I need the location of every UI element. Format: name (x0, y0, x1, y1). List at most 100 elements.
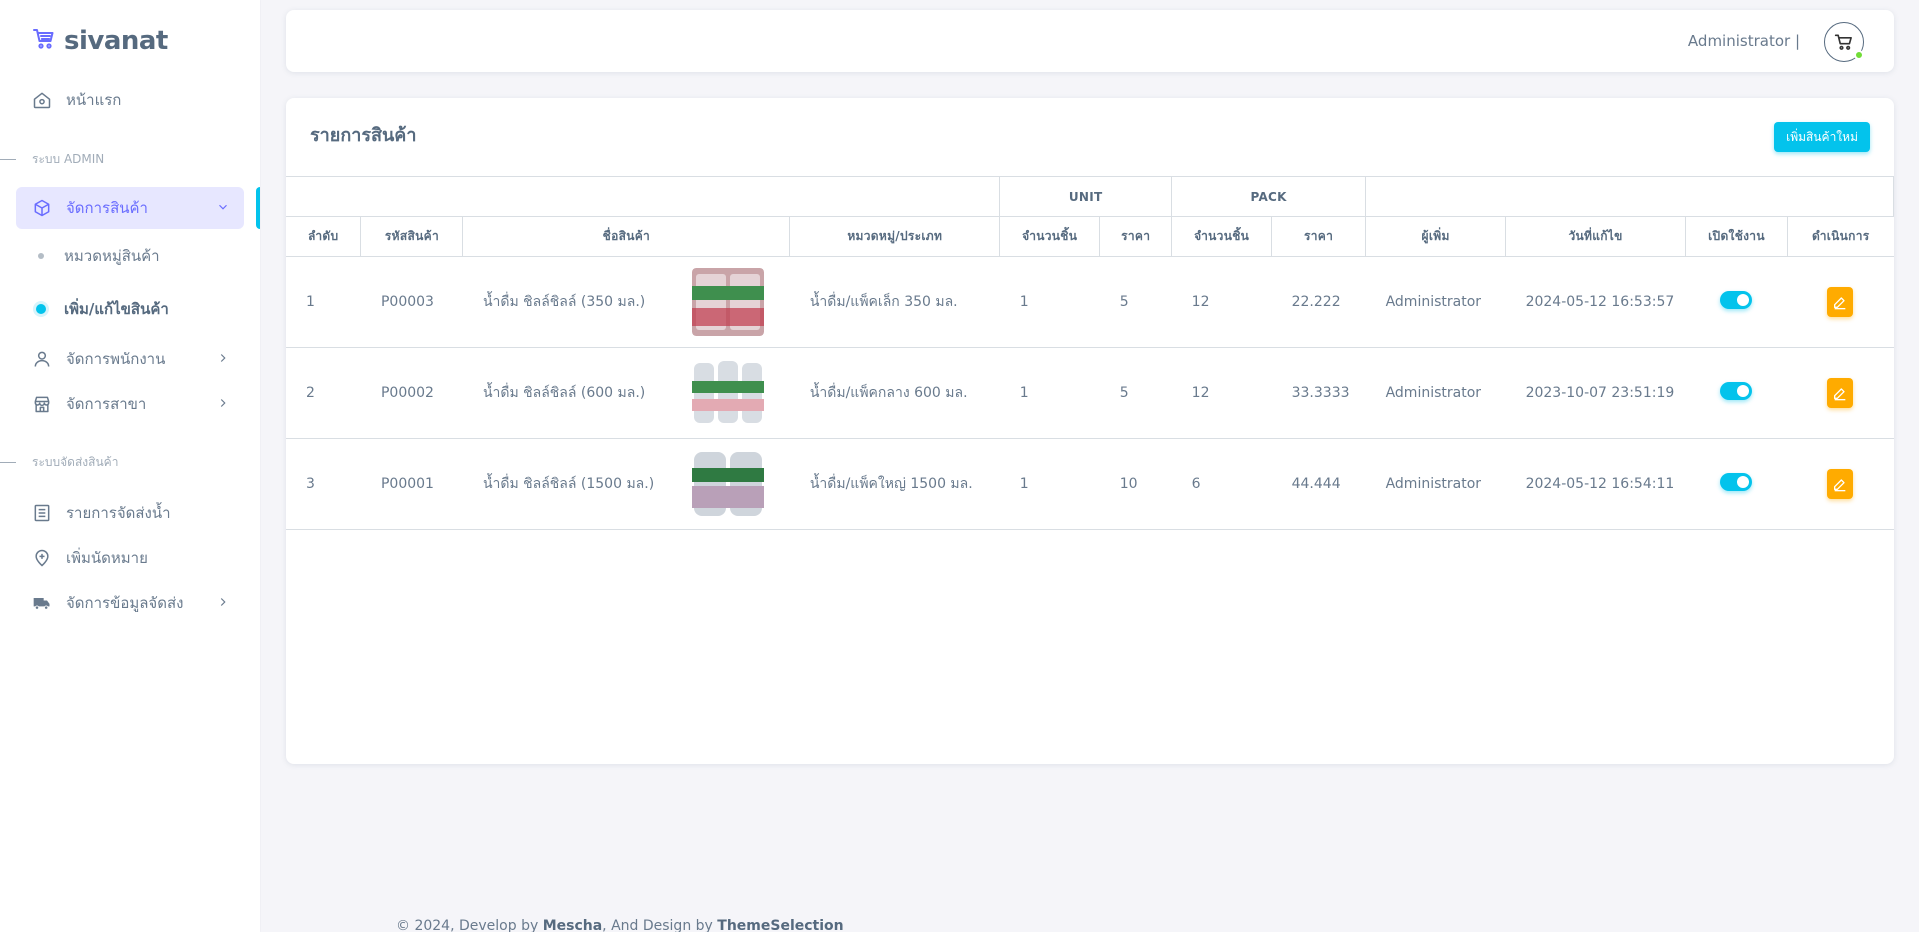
online-status-dot (1854, 50, 1864, 60)
cell-added-by: Administrator (1365, 438, 1506, 530)
chevron-down-icon (219, 204, 227, 210)
cell-no: 3 (286, 438, 361, 530)
cell-unit-qty: 1 (999, 438, 1100, 530)
user-icon (32, 349, 52, 369)
product-image (691, 268, 764, 336)
group-empty (1365, 176, 1894, 217)
col-code: รหัสสินค้า (360, 216, 464, 257)
sidebar-item-employees[interactable]: จัดการพนักงาน (16, 338, 244, 380)
home-icon (32, 90, 52, 110)
sidebar-item-label: จัดการสาขา (66, 395, 147, 413)
col-no: ลำดับ (286, 216, 362, 257)
product-list-card: รายการสินค้า เพิ่มสินค้าใหม่ UNIT PACK ล… (286, 98, 1894, 764)
edit-icon (1834, 479, 1846, 492)
menu-header-delivery: ระบบจัดส่งสินค้า (0, 452, 260, 472)
table-row: 3 P00001 น้ำดื่ม ชิลล์ชิลล์ (1500 มล.) น… (286, 438, 1894, 530)
active-indicator (256, 187, 260, 229)
cell-enabled (1685, 347, 1788, 439)
group-empty (286, 176, 1001, 217)
enabled-toggle[interactable] (1720, 473, 1753, 491)
user-name: Administrator | (1687, 32, 1800, 50)
cell-name: น้ำดื่ม ชิลล์ชิลล์ (1500 มล.) (462, 438, 790, 530)
sidebar-item-products[interactable]: จัดการสินค้า (16, 187, 244, 229)
sidebar-subitem-category[interactable]: หมวดหมู่สินค้า (16, 237, 244, 275)
cell-pack-price: 22.222 (1271, 256, 1366, 348)
edit-icon (1834, 388, 1846, 401)
footer-designer-link[interactable]: ThemeSelection (717, 918, 843, 932)
footer-dev-link[interactable]: Mescha (543, 918, 602, 932)
top-navbar: Administrator | (286, 10, 1894, 72)
sidebar-item-appointment[interactable]: เพิ่มนัดหมาย (16, 537, 244, 579)
menu-header-admin: ระบบ ADMIN (0, 149, 260, 169)
cell-unit-price: 5 (1099, 347, 1172, 439)
footer-text: © 2024, Develop by (396, 918, 543, 932)
edit-button[interactable] (1827, 469, 1854, 499)
sidebar-item-branches[interactable]: จัดการสาขา (16, 383, 244, 425)
product-name: น้ำดื่ม ชิลล์ชิลล์ (600 มล.) (482, 385, 646, 401)
cell-unit-qty: 1 (999, 256, 1100, 348)
cell-pack-qty: 12 (1171, 256, 1272, 348)
sidebar-subitem-label: เพิ่ม/แก้ไขสินค้า (64, 300, 169, 318)
cell-no: 1 (286, 256, 361, 348)
box-icon (32, 198, 52, 218)
sidebar-item-label: จัดการสินค้า (66, 199, 148, 217)
footer-text: , And Design by (602, 918, 718, 932)
cell-action (1787, 347, 1894, 439)
chevron-right-icon (220, 399, 226, 407)
edit-button[interactable] (1827, 378, 1854, 408)
table-row: 2 P00002 น้ำดื่ม ชิลล์ชิลล์ (600 มล.) น้… (286, 347, 1894, 439)
col-unit-qty: จำนวนชิ้น (999, 216, 1101, 257)
sidebar-item-label: หน้าแรก (66, 91, 122, 109)
cell-no: 2 (286, 347, 361, 439)
col-action: ดำเนินการ (1786, 216, 1894, 257)
brand-logo[interactable]: sivanat (32, 26, 168, 56)
avatar[interactable] (1824, 22, 1864, 62)
cell-name: น้ำดื่ม ชิลล์ชิลล์ (600 มล.) (462, 347, 790, 439)
sidebar-item-delivery-list[interactable]: รายการจัดส่งน้ำ (16, 492, 244, 534)
chevron-right-icon (220, 354, 226, 362)
product-image (691, 450, 764, 518)
cell-added-by: Administrator (1365, 256, 1506, 348)
sidebar-item-delivery-data[interactable]: จัดการข้อมูลจัดส่ง (16, 582, 244, 624)
sidebar: sivanat หน้าแรก ระบบ ADMIN จัดการสินค้า … (0, 0, 260, 932)
cell-added-by: Administrator (1365, 347, 1506, 439)
cell-action (1787, 256, 1894, 348)
sidebar-item-home[interactable]: หน้าแรก (16, 79, 244, 121)
sidebar-subitem-label: หมวดหมู่สินค้า (64, 247, 160, 265)
edit-button[interactable] (1827, 287, 1854, 317)
sidebar-item-label: จัดการพนักงาน (66, 350, 166, 368)
cart-icon (1834, 34, 1852, 50)
col-name: ชื่อสินค้า (462, 216, 791, 257)
list-icon (32, 503, 52, 523)
enabled-toggle[interactable] (1720, 291, 1753, 309)
product-name: น้ำดื่ม ชิลล์ชิลล์ (350 มล.) (482, 294, 646, 310)
cell-code: P00003 (360, 256, 463, 348)
sidebar-subitem-add-edit[interactable]: เพิ่ม/แก้ไขสินค้า (16, 290, 244, 328)
group-pack: PACK (1171, 176, 1367, 217)
brand-name: sivanat (64, 26, 168, 56)
cell-modified: 2024-05-12 16:53:57 (1505, 256, 1686, 348)
cell-pack-price: 33.3333 (1271, 347, 1366, 439)
sidebar-item-label: จัดการข้อมูลจัดส่ง (66, 594, 184, 612)
footer: © 2024, Develop by Mescha, And Design by… (396, 918, 844, 932)
product-image (691, 359, 764, 427)
cell-pack-price: 44.444 (1271, 438, 1366, 530)
col-pack-qty: จำนวนชิ้น (1171, 216, 1273, 257)
sidebar-item-label: เพิ่มนัดหมาย (66, 549, 148, 567)
cell-modified: 2024-05-12 16:54:11 (1505, 438, 1686, 530)
truck-icon (32, 593, 52, 613)
cell-category: น้ำดื่ม/แพ็คเล็ก 350 มล. (789, 256, 1000, 348)
add-product-button[interactable]: เพิ่มสินค้าใหม่ (1774, 122, 1870, 152)
edit-icon (1834, 297, 1846, 310)
table-group-header: UNIT PACK (286, 176, 1894, 217)
sidebar-item-label: รายการจัดส่งน้ำ (66, 504, 171, 522)
col-category: หมวดหมู่/ประเภท (789, 216, 1001, 257)
col-modified: วันที่แก้ไข (1505, 216, 1687, 257)
cell-code: P00001 (360, 438, 463, 530)
cell-unit-price: 5 (1099, 256, 1172, 348)
menu-header-label: ระบบจัดส่งสินค้า (32, 454, 119, 469)
map-pin-icon (32, 548, 52, 568)
col-pack-price: ราคา (1271, 216, 1367, 257)
enabled-toggle[interactable] (1720, 382, 1753, 400)
col-enabled: เปิดใช้งาน (1685, 216, 1788, 257)
